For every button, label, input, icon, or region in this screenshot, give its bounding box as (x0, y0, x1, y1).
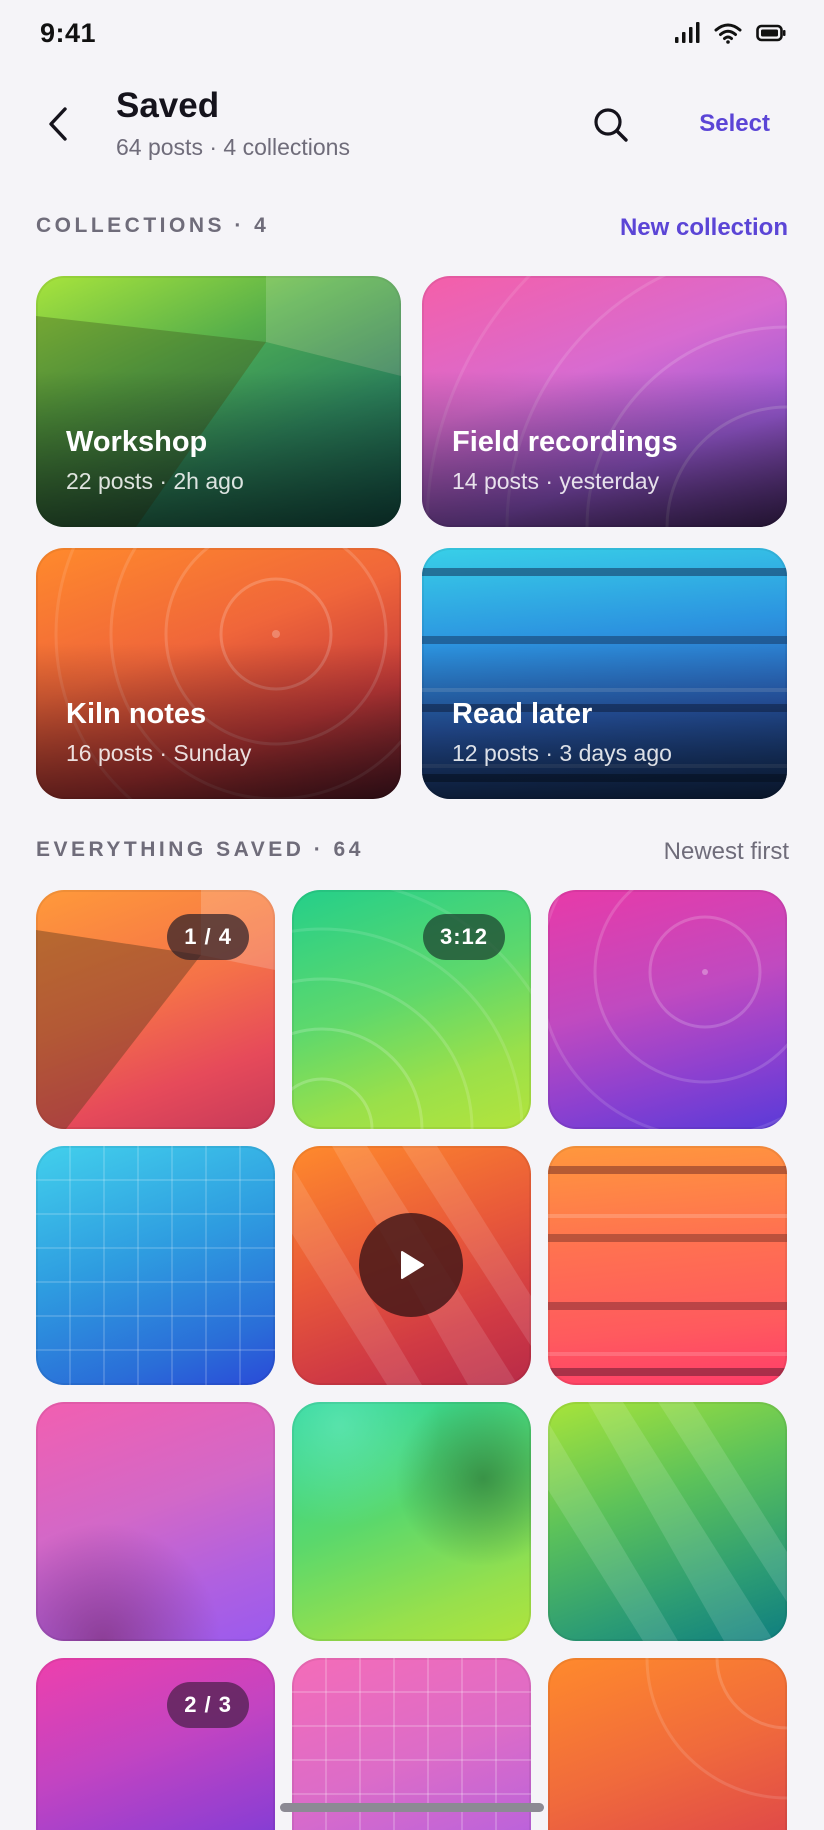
select-button[interactable]: Select (699, 110, 770, 138)
search-icon (593, 107, 629, 143)
collection-title: Kiln notes (66, 698, 207, 730)
back-button[interactable] (38, 100, 78, 148)
status-time: 9:41 (40, 18, 97, 48)
signal-icon (674, 22, 700, 44)
page-subtitle: 64 posts · 4 collections (116, 134, 350, 160)
collections-header: COLLECTIONS · 4 New collection (36, 208, 788, 248)
collection-title: Read later (452, 698, 593, 730)
collection-card-field-recordings[interactable]: Field recordings 14 posts · yesterday (422, 276, 787, 527)
status-bar: 9:41 (0, 0, 824, 70)
search-button[interactable] (588, 102, 634, 148)
collection-card-kiln-notes[interactable]: Kiln notes 16 posts · Sunday (36, 548, 401, 799)
video-duration-badge: 3:12 (422, 914, 505, 960)
new-collection-button[interactable]: New collection (620, 214, 788, 242)
saved-post-tile[interactable] (292, 1402, 531, 1641)
collections-label: COLLECTIONS · 4 (36, 214, 270, 237)
collection-title: Workshop (66, 426, 208, 458)
collection-meta: 22 posts · 2h ago (66, 468, 244, 494)
wifi-icon (714, 22, 742, 44)
collection-card-read-later[interactable]: Read later 12 posts · 3 days ago (422, 548, 787, 799)
tile-pattern (548, 1166, 787, 1376)
tile-pattern (645, 1658, 787, 1800)
saved-post-tile[interactable] (36, 1146, 275, 1385)
status-icons (674, 22, 786, 44)
saved-post-tile[interactable] (548, 1658, 787, 1830)
collection-card-workshop[interactable]: Workshop 22 posts · 2h ago (36, 276, 401, 527)
saved-post-tile[interactable] (548, 1402, 787, 1641)
saved-post-tile[interactable]: 2 / 3 (36, 1658, 275, 1830)
saved-post-tile[interactable] (292, 1146, 531, 1385)
home-indicator[interactable] (280, 1803, 544, 1812)
collection-meta: 16 posts · Sunday (66, 740, 252, 766)
battery-icon (756, 24, 786, 42)
carousel-count-badge: 1 / 4 (167, 914, 249, 960)
play-icon (396, 1249, 426, 1281)
collection-meta: 12 posts · 3 days ago (452, 740, 672, 766)
saved-post-tile[interactable] (36, 1402, 275, 1641)
tile-pattern (548, 890, 787, 1129)
saved-header: EVERYTHING SAVED · 64 Newest first (36, 832, 789, 872)
saved-post-tile[interactable] (548, 890, 787, 1129)
sort-dropdown[interactable]: Newest first (664, 838, 789, 866)
collection-meta: 14 posts · yesterday (452, 468, 660, 494)
collection-title: Field recordings (452, 426, 678, 458)
header: Saved 64 posts · 4 collections Select (0, 80, 824, 170)
saved-post-tile[interactable] (548, 1146, 787, 1385)
saved-post-tile[interactable]: 3:12 (292, 890, 531, 1129)
back-chevron-icon (47, 106, 69, 142)
saved-post-tile[interactable]: 1 / 4 (36, 890, 275, 1129)
tile-pattern (36, 1146, 275, 1385)
page-title: Saved (116, 86, 220, 125)
tile-pattern (548, 1402, 787, 1641)
saved-label: EVERYTHING SAVED · 64 (36, 838, 364, 861)
carousel-count-badge: 2 / 3 (167, 1682, 249, 1728)
play-button[interactable] (359, 1213, 463, 1317)
